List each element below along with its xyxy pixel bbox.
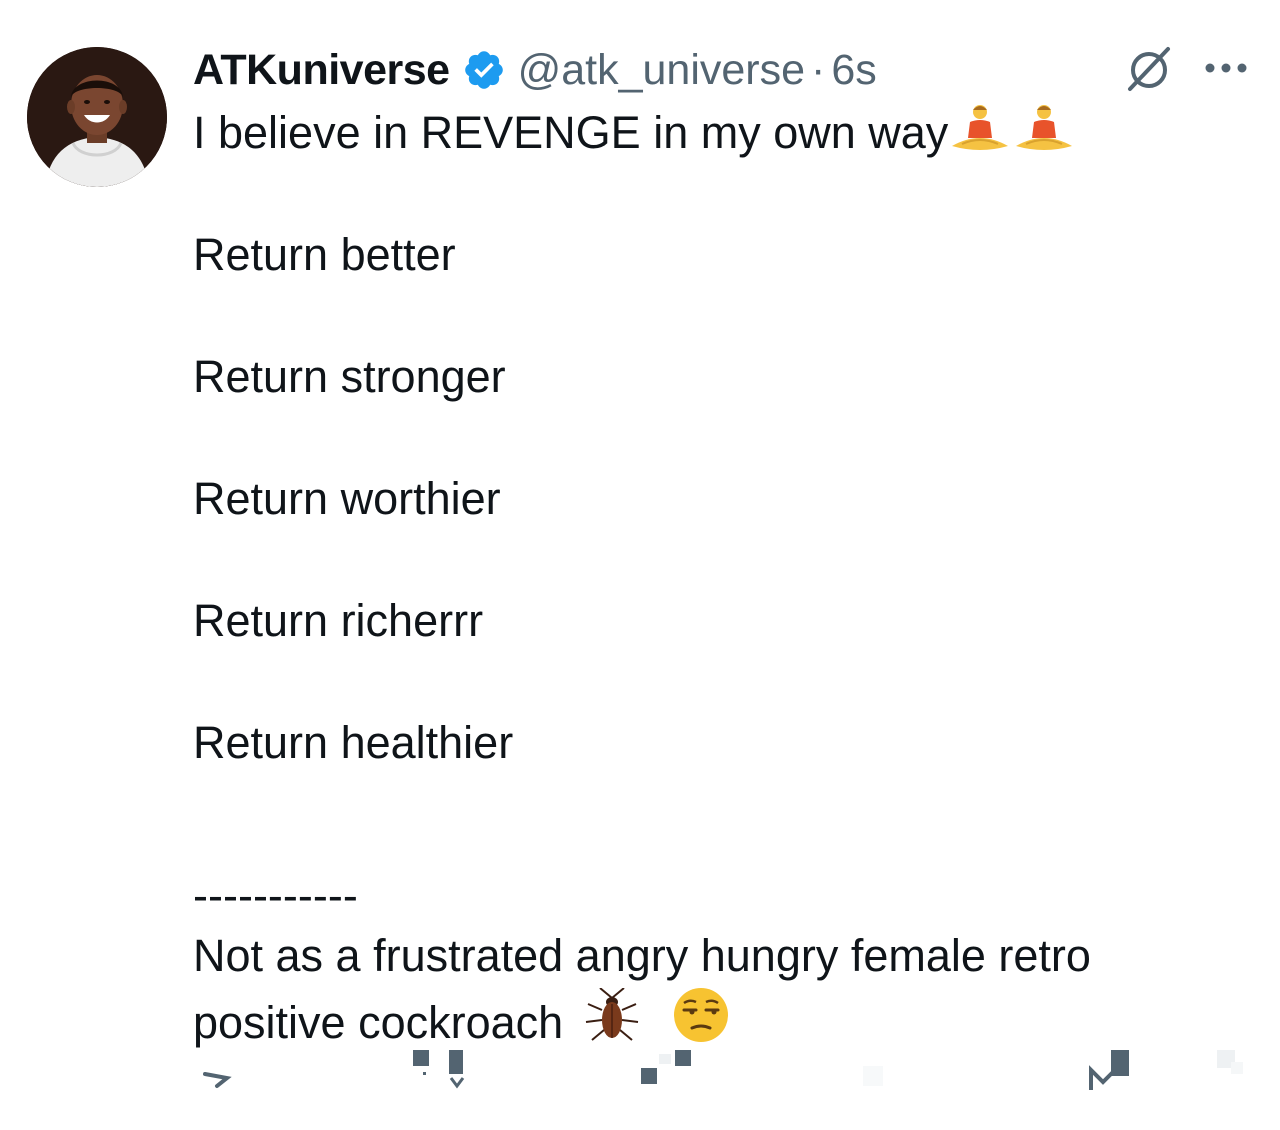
tweet-line-6: Return healthier <box>193 717 514 768</box>
tweet-header: ATKuniverse @atk_universe · 6s <box>193 42 877 98</box>
tweet-actions <box>193 1040 1253 1100</box>
timestamp[interactable]: 6s <box>831 46 876 95</box>
avatar[interactable] <box>27 47 167 187</box>
display-name[interactable]: ATKuniverse <box>193 46 450 95</box>
retweet-icon[interactable] <box>411 1040 471 1100</box>
tweet-line-5: Return richerrr <box>193 595 484 646</box>
separator-dot: · <box>811 45 826 94</box>
tweet-text: I believe in REVENGE in my own way Retur… <box>193 102 1243 1053</box>
more-icon[interactable] <box>1202 54 1250 82</box>
grok-icon[interactable] <box>1124 44 1174 94</box>
meditation-emoji-icon <box>948 104 1012 154</box>
tweet: ATKuniverse @atk_universe · 6s I believe… <box>0 0 1280 1130</box>
tweet-line: I believe in REVENGE in my own way <box>193 102 1243 163</box>
tweet-line-7: Not as a frustrated angry hungry female … <box>193 930 1091 981</box>
tweet-divider: ----------- <box>193 870 358 921</box>
verified-badge-icon[interactable] <box>462 48 506 92</box>
unamused-face-emoji-icon <box>672 986 730 1044</box>
handle[interactable]: @atk_universe <box>518 46 805 95</box>
tweet-line-3: Return stronger <box>193 351 506 402</box>
like-icon[interactable] <box>637 1040 697 1100</box>
meditation-emoji-icon <box>1012 104 1076 154</box>
cockroach-emoji-icon <box>584 988 640 1044</box>
tweet-line-2: Return better <box>193 229 456 280</box>
views-icon[interactable] <box>853 1040 913 1100</box>
bookmark-icon[interactable] <box>1087 1040 1137 1100</box>
tweet-line-1: I believe in REVENGE in my own way <box>193 107 949 158</box>
profile-photo-icon <box>27 47 167 187</box>
reply-icon[interactable] <box>197 1040 237 1100</box>
share-icon[interactable] <box>1213 1040 1253 1100</box>
tweet-line-4: Return worthier <box>193 473 501 524</box>
